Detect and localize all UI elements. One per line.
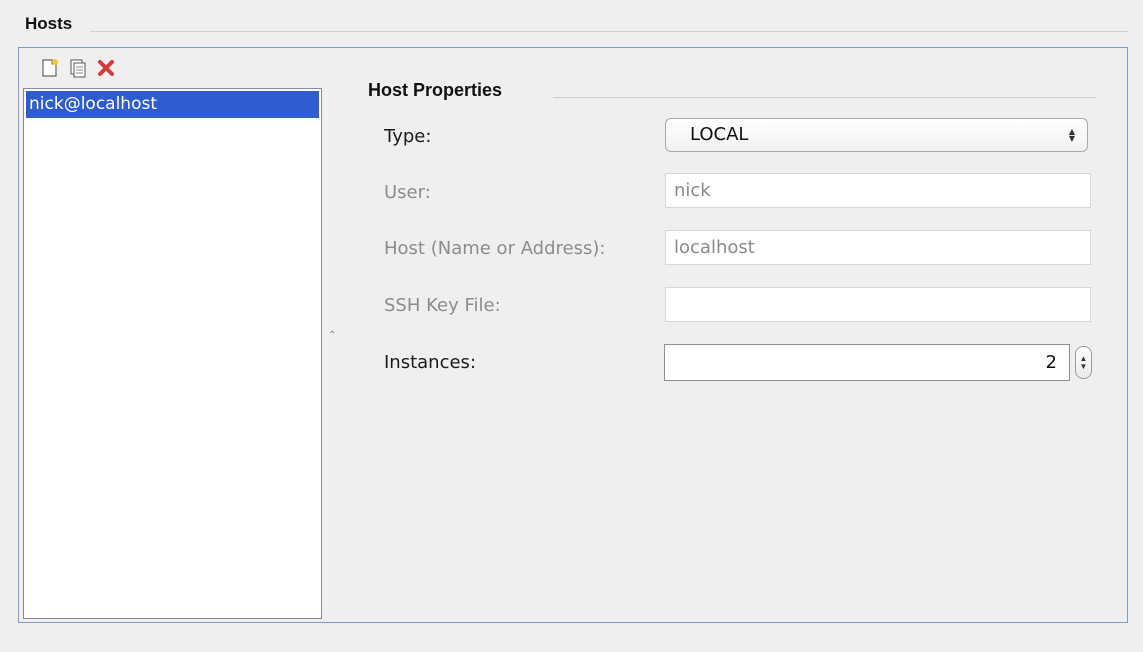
list-item[interactable]: nick@localhost	[26, 91, 319, 118]
host-properties-title: Host Properties	[368, 80, 503, 100]
type-label: Type:	[384, 126, 432, 147]
new-host-button[interactable]	[39, 57, 61, 79]
host-field[interactable]: localhost	[665, 230, 1091, 265]
new-icon	[42, 59, 58, 77]
user-label: User:	[384, 182, 431, 203]
delete-icon	[98, 60, 114, 76]
stepper-down-icon[interactable]: ▼	[1080, 362, 1088, 371]
hosts-section-title: Hosts	[25, 14, 73, 33]
copy-host-button[interactable]	[67, 57, 89, 79]
instances-label: Instances:	[384, 352, 477, 373]
delete-host-button[interactable]	[95, 57, 117, 79]
user-field[interactable]: nick	[665, 173, 1091, 208]
ssh-key-label: SSH Key File:	[384, 295, 501, 316]
hosts-panel: nick@localhost ⌃ Host Properties Type: L…	[18, 47, 1128, 623]
instances-stepper[interactable]: ▲ ▼	[1075, 346, 1092, 379]
ssh-key-field[interactable]	[665, 287, 1091, 322]
splitter-handle[interactable]: ⌃	[328, 331, 336, 341]
copy-icon	[70, 59, 86, 78]
host-properties-separator	[553, 97, 1096, 98]
hosts-title-separator	[90, 31, 1128, 32]
instances-field[interactable]: 2	[664, 344, 1070, 381]
host-label: Host (Name or Address):	[384, 238, 606, 259]
hosts-list[interactable]: nick@localhost	[23, 88, 322, 619]
type-select[interactable]: LOCAL ▲ ▼	[665, 118, 1088, 152]
type-select-value: LOCAL	[690, 124, 749, 145]
chevron-updown-icon: ▲ ▼	[1068, 127, 1076, 143]
hosts-toolbar	[39, 56, 117, 80]
